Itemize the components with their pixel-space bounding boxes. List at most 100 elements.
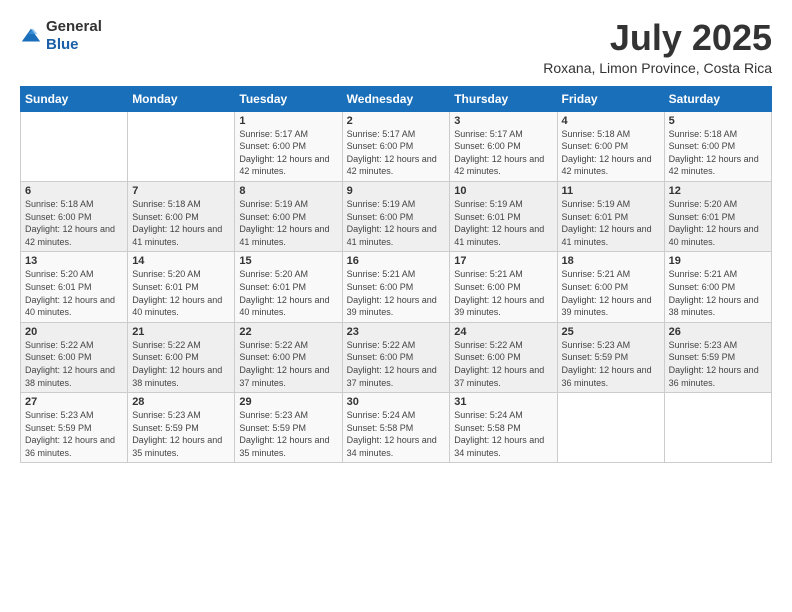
calendar-cell: 22Sunrise: 5:22 AM Sunset: 6:00 PM Dayli…	[235, 322, 342, 392]
calendar-cell: 3Sunrise: 5:17 AM Sunset: 6:00 PM Daylig…	[450, 111, 557, 181]
calendar-cell	[128, 111, 235, 181]
calendar-header-row: Sunday Monday Tuesday Wednesday Thursday…	[21, 86, 772, 111]
calendar-week-row: 20Sunrise: 5:22 AM Sunset: 6:00 PM Dayli…	[21, 322, 772, 392]
day-info: Sunrise: 5:19 AM Sunset: 6:01 PM Dayligh…	[454, 198, 552, 248]
calendar-cell: 13Sunrise: 5:20 AM Sunset: 6:01 PM Dayli…	[21, 252, 128, 322]
day-number: 16	[347, 255, 446, 267]
day-number: 23	[347, 326, 446, 338]
day-info: Sunrise: 5:20 AM Sunset: 6:01 PM Dayligh…	[25, 268, 123, 318]
day-info: Sunrise: 5:22 AM Sunset: 6:00 PM Dayligh…	[25, 339, 123, 389]
day-number: 10	[454, 185, 552, 197]
day-number: 12	[669, 185, 767, 197]
logo-general: General	[46, 18, 102, 35]
subtitle: Roxana, Limon Province, Costa Rica	[543, 60, 772, 76]
calendar-cell: 30Sunrise: 5:24 AM Sunset: 5:58 PM Dayli…	[342, 393, 450, 463]
calendar-cell: 31Sunrise: 5:24 AM Sunset: 5:58 PM Dayli…	[450, 393, 557, 463]
day-number: 3	[454, 115, 552, 127]
day-info: Sunrise: 5:21 AM Sunset: 6:00 PM Dayligh…	[454, 268, 552, 318]
calendar-cell: 25Sunrise: 5:23 AM Sunset: 5:59 PM Dayli…	[557, 322, 664, 392]
day-number: 1	[239, 115, 337, 127]
header: General Blue July 2025 Roxana, Limon Pro…	[20, 18, 772, 76]
calendar-cell: 18Sunrise: 5:21 AM Sunset: 6:00 PM Dayli…	[557, 252, 664, 322]
day-number: 17	[454, 255, 552, 267]
day-info: Sunrise: 5:17 AM Sunset: 6:00 PM Dayligh…	[239, 128, 337, 178]
day-info: Sunrise: 5:22 AM Sunset: 6:00 PM Dayligh…	[347, 339, 446, 389]
day-number: 30	[347, 396, 446, 408]
day-info: Sunrise: 5:23 AM Sunset: 5:59 PM Dayligh…	[239, 409, 337, 459]
day-number: 9	[347, 185, 446, 197]
day-info: Sunrise: 5:19 AM Sunset: 6:00 PM Dayligh…	[239, 198, 337, 248]
col-tuesday: Tuesday	[235, 86, 342, 111]
calendar-cell: 19Sunrise: 5:21 AM Sunset: 6:00 PM Dayli…	[664, 252, 771, 322]
col-monday: Monday	[128, 86, 235, 111]
day-number: 26	[669, 326, 767, 338]
day-info: Sunrise: 5:23 AM Sunset: 5:59 PM Dayligh…	[132, 409, 230, 459]
day-number: 13	[25, 255, 123, 267]
day-info: Sunrise: 5:20 AM Sunset: 6:01 PM Dayligh…	[132, 268, 230, 318]
day-info: Sunrise: 5:17 AM Sunset: 6:00 PM Dayligh…	[454, 128, 552, 178]
day-number: 29	[239, 396, 337, 408]
day-info: Sunrise: 5:23 AM Sunset: 5:59 PM Dayligh…	[669, 339, 767, 389]
calendar-cell: 17Sunrise: 5:21 AM Sunset: 6:00 PM Dayli…	[450, 252, 557, 322]
day-number: 14	[132, 255, 230, 267]
col-saturday: Saturday	[664, 86, 771, 111]
day-info: Sunrise: 5:20 AM Sunset: 6:01 PM Dayligh…	[669, 198, 767, 248]
day-number: 6	[25, 185, 123, 197]
calendar-cell: 28Sunrise: 5:23 AM Sunset: 5:59 PM Dayli…	[128, 393, 235, 463]
calendar-week-row: 6Sunrise: 5:18 AM Sunset: 6:00 PM Daylig…	[21, 181, 772, 251]
calendar-cell: 20Sunrise: 5:22 AM Sunset: 6:00 PM Dayli…	[21, 322, 128, 392]
day-info: Sunrise: 5:22 AM Sunset: 6:00 PM Dayligh…	[239, 339, 337, 389]
day-info: Sunrise: 5:17 AM Sunset: 6:00 PM Dayligh…	[347, 128, 446, 178]
day-info: Sunrise: 5:24 AM Sunset: 5:58 PM Dayligh…	[454, 409, 552, 459]
col-wednesday: Wednesday	[342, 86, 450, 111]
calendar-cell: 11Sunrise: 5:19 AM Sunset: 6:01 PM Dayli…	[557, 181, 664, 251]
calendar-cell: 16Sunrise: 5:21 AM Sunset: 6:00 PM Dayli…	[342, 252, 450, 322]
day-number: 8	[239, 185, 337, 197]
calendar-cell: 21Sunrise: 5:22 AM Sunset: 6:00 PM Dayli…	[128, 322, 235, 392]
day-number: 31	[454, 396, 552, 408]
col-friday: Friday	[557, 86, 664, 111]
calendar-cell: 4Sunrise: 5:18 AM Sunset: 6:00 PM Daylig…	[557, 111, 664, 181]
calendar-cell	[664, 393, 771, 463]
calendar-cell: 6Sunrise: 5:18 AM Sunset: 6:00 PM Daylig…	[21, 181, 128, 251]
day-number: 15	[239, 255, 337, 267]
day-info: Sunrise: 5:23 AM Sunset: 5:59 PM Dayligh…	[25, 409, 123, 459]
calendar-cell: 29Sunrise: 5:23 AM Sunset: 5:59 PM Dayli…	[235, 393, 342, 463]
calendar-cell: 27Sunrise: 5:23 AM Sunset: 5:59 PM Dayli…	[21, 393, 128, 463]
logo-blue: Blue	[46, 36, 79, 53]
page: General Blue July 2025 Roxana, Limon Pro…	[0, 0, 792, 612]
calendar-table: Sunday Monday Tuesday Wednesday Thursday…	[20, 86, 772, 464]
day-number: 7	[132, 185, 230, 197]
calendar-cell: 2Sunrise: 5:17 AM Sunset: 6:00 PM Daylig…	[342, 111, 450, 181]
day-info: Sunrise: 5:19 AM Sunset: 6:00 PM Dayligh…	[347, 198, 446, 248]
calendar-cell: 23Sunrise: 5:22 AM Sunset: 6:00 PM Dayli…	[342, 322, 450, 392]
calendar-cell: 8Sunrise: 5:19 AM Sunset: 6:00 PM Daylig…	[235, 181, 342, 251]
day-number: 28	[132, 396, 230, 408]
calendar-cell: 14Sunrise: 5:20 AM Sunset: 6:01 PM Dayli…	[128, 252, 235, 322]
day-info: Sunrise: 5:21 AM Sunset: 6:00 PM Dayligh…	[669, 268, 767, 318]
day-number: 21	[132, 326, 230, 338]
day-info: Sunrise: 5:20 AM Sunset: 6:01 PM Dayligh…	[239, 268, 337, 318]
day-info: Sunrise: 5:18 AM Sunset: 6:00 PM Dayligh…	[562, 128, 660, 178]
calendar-week-row: 27Sunrise: 5:23 AM Sunset: 5:59 PM Dayli…	[21, 393, 772, 463]
day-info: Sunrise: 5:22 AM Sunset: 6:00 PM Dayligh…	[454, 339, 552, 389]
calendar-cell	[21, 111, 128, 181]
day-number: 27	[25, 396, 123, 408]
calendar-cell: 1Sunrise: 5:17 AM Sunset: 6:00 PM Daylig…	[235, 111, 342, 181]
calendar-week-row: 13Sunrise: 5:20 AM Sunset: 6:01 PM Dayli…	[21, 252, 772, 322]
day-info: Sunrise: 5:18 AM Sunset: 6:00 PM Dayligh…	[25, 198, 123, 248]
day-info: Sunrise: 5:21 AM Sunset: 6:00 PM Dayligh…	[347, 268, 446, 318]
day-info: Sunrise: 5:24 AM Sunset: 5:58 PM Dayligh…	[347, 409, 446, 459]
logo-icon	[20, 25, 42, 47]
calendar-cell: 9Sunrise: 5:19 AM Sunset: 6:00 PM Daylig…	[342, 181, 450, 251]
calendar-cell: 10Sunrise: 5:19 AM Sunset: 6:01 PM Dayli…	[450, 181, 557, 251]
day-info: Sunrise: 5:22 AM Sunset: 6:00 PM Dayligh…	[132, 339, 230, 389]
calendar-cell: 7Sunrise: 5:18 AM Sunset: 6:00 PM Daylig…	[128, 181, 235, 251]
calendar-cell: 26Sunrise: 5:23 AM Sunset: 5:59 PM Dayli…	[664, 322, 771, 392]
title-block: July 2025 Roxana, Limon Province, Costa …	[543, 18, 772, 76]
day-info: Sunrise: 5:18 AM Sunset: 6:00 PM Dayligh…	[132, 198, 230, 248]
calendar-week-row: 1Sunrise: 5:17 AM Sunset: 6:00 PM Daylig…	[21, 111, 772, 181]
logo: General Blue	[20, 18, 102, 54]
col-thursday: Thursday	[450, 86, 557, 111]
calendar-cell: 15Sunrise: 5:20 AM Sunset: 6:01 PM Dayli…	[235, 252, 342, 322]
